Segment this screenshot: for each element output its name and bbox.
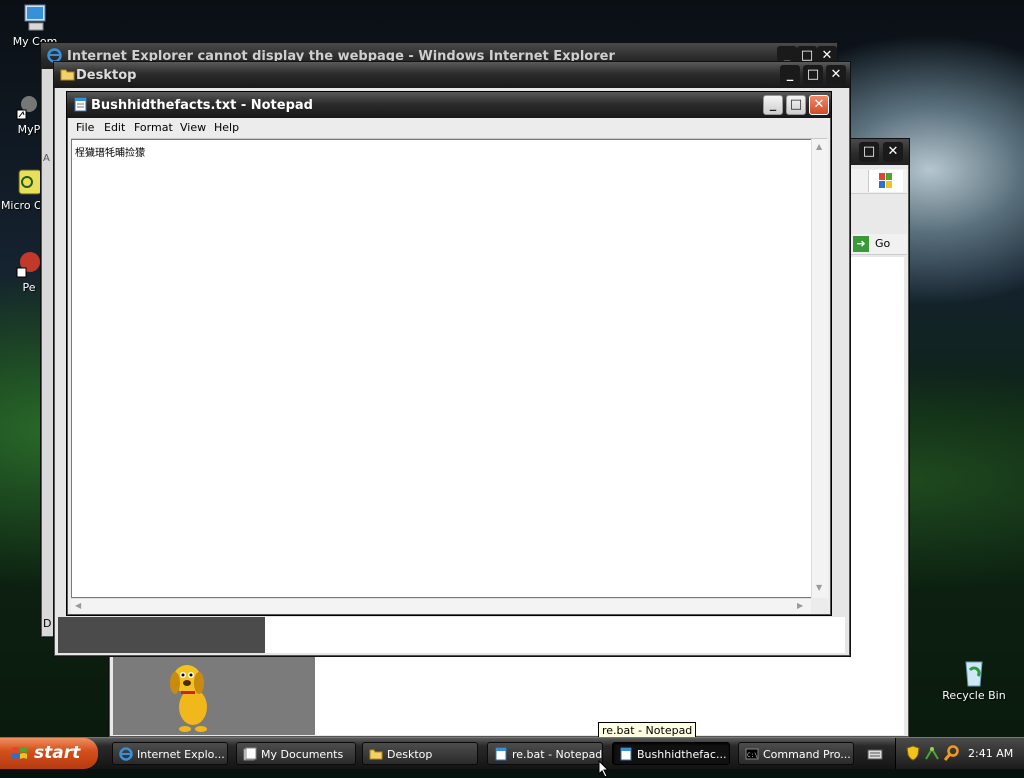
close-button[interactable]: ✕ [883,142,903,162]
go-button[interactable]: ➜ Go [853,235,901,253]
horizontal-scrollbar[interactable]: ◀ ▶ [71,598,811,614]
taskbar-item-label: Bushhidthefac... [637,748,727,761]
taskbar-item-label: Internet Explo... [137,748,225,761]
maximize-button[interactable]: □ [859,142,879,162]
scroll-up-icon[interactable]: ▲ [816,142,822,151]
task-pane [58,617,265,653]
go-label: Go [875,237,891,250]
taskbar-item-internet-explorer[interactable]: Internet Explo... [112,742,228,765]
desktop-icon-recycle-bin[interactable]: Recycle Bin [939,656,1009,702]
notepad-window[interactable]: Bushhidthefacts.txt - Notepad _ □ ✕ File… [66,91,832,616]
security-shield-icon[interactable] [906,745,920,764]
taskbar-item-label: re.bat - Notepad [512,748,603,761]
close-button[interactable]: ✕ [809,95,829,115]
search-companion-panel [113,657,315,735]
start-label: start [34,743,81,763]
folder-icon [369,747,383,761]
desktop-icon-label: Recycle Bin [942,689,1006,702]
minimize-button[interactable]: _ [780,65,800,85]
search-icon[interactable] [943,745,960,764]
taskbar-item-command-prompt[interactable]: C:\ Command Pro... [738,742,854,765]
text-editor-area[interactable]: 桯獩瑨牦晡捡獴 [71,139,813,598]
notepad-icon [73,97,88,112]
minimize-button[interactable]: _ [763,95,783,115]
windows-logo-icon [868,170,903,192]
command-prompt-icon: C:\ [745,747,759,761]
documents-icon [243,747,257,761]
clock[interactable]: 2:41 AM [968,747,1013,760]
close-button[interactable]: ✕ [826,65,846,85]
taskbar: start Internet Explo... My Documents Des… [0,737,1024,769]
size-grip[interactable] [811,598,827,613]
network-icon[interactable] [924,745,940,764]
menu-format[interactable]: Format [134,121,173,134]
taskbar-item-desktop[interactable]: Desktop [362,742,478,765]
document-text: 桯獩瑨牦晡捡獴 [75,148,145,159]
taskbar-item-re-bat[interactable]: re.bat - Notepad [487,742,603,765]
notepad-icon [494,747,508,761]
taskbar-item-label: My Documents [261,748,344,761]
system-tray: 2:41 AM [895,738,1024,769]
menu-help[interactable]: Help [214,121,239,134]
keyboard-layout-icon[interactable] [862,744,888,764]
menu-bar: File Edit Format View Help [71,118,827,139]
maximize-button[interactable]: □ [803,65,823,85]
mouse-cursor-icon [598,760,610,778]
computer-icon [19,2,51,34]
window-title: Bushhidthefacts.txt - Notepad [91,98,313,113]
recycle-bin-icon [958,656,990,688]
taskbar-item-my-documents[interactable]: My Documents [236,742,356,765]
menu-view[interactable]: View [180,121,206,134]
scroll-right-icon[interactable]: ▶ [797,601,803,610]
go-arrow-icon: ➜ [853,236,869,252]
status-bar-text: D [43,617,52,630]
vertical-scrollbar[interactable]: ▲ ▼ [811,139,828,598]
search-dog-icon [170,665,207,732]
windows-flag-icon [12,747,27,759]
start-button[interactable]: start [0,738,98,769]
taskbar-item-label: Desktop [387,748,433,761]
notepad-titlebar[interactable]: Bushhidthefacts.txt - Notepad [67,92,831,118]
window-title: Desktop [76,68,137,83]
taskbar-item-label: Command Pro... [763,748,851,761]
svg-text:C:\: C:\ [747,752,758,759]
folder-content [58,617,845,653]
taskbar-item-bushhidthefacts[interactable]: Bushhidthefac... [612,742,730,765]
menu-edit[interactable]: Edit [104,121,125,134]
menu-file[interactable]: File [76,121,94,134]
maximize-button[interactable]: □ [786,95,806,115]
notepad-icon [619,747,633,761]
internet-explorer-icon [119,747,133,761]
folder-icon [60,67,75,82]
scroll-down-icon[interactable]: ▼ [816,583,822,592]
scroll-left-icon[interactable]: ◀ [75,601,81,610]
desktop-titlebar[interactable]: Desktop [54,62,850,88]
address-label: A [43,153,50,164]
